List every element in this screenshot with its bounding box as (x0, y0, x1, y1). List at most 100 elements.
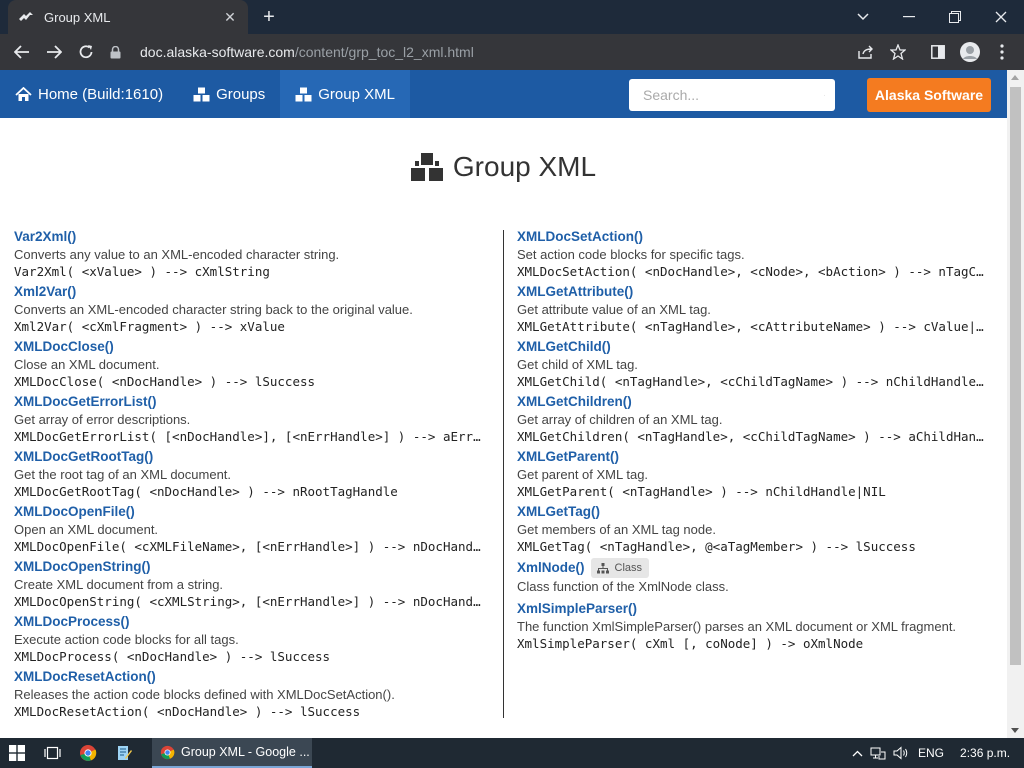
function-link[interactable]: XMLGetChildren() (517, 393, 991, 411)
page-title: Group XML (0, 151, 1007, 183)
browser-tab-strip: Group XML ✕ + (0, 0, 1024, 34)
list-item: XmlSimpleParser() The function XmlSimple… (517, 600, 991, 655)
share-icon[interactable] (852, 38, 880, 66)
restore-button[interactable] (932, 0, 978, 34)
cubes-icon (295, 87, 312, 101)
tab-close-icon[interactable]: ✕ (222, 9, 238, 25)
list-item: XMLDocOpenFile() Open an XML document. X… (14, 503, 488, 558)
function-signature: XMLGetTag( <nTagHandle>, @<aTagMember> )… (517, 539, 916, 554)
sidebar-panel-icon[interactable] (924, 38, 952, 66)
forward-arrow-icon[interactable] (38, 36, 70, 68)
function-link[interactable]: XMLDocOpenString() (14, 558, 488, 576)
class-badge[interactable]: Class (590, 558, 650, 578)
list-item: XMLDocResetAction() Releases the action … (14, 668, 488, 723)
function-link[interactable]: XMLDocOpenFile() (14, 503, 488, 521)
function-list-left: Var2Xml() Converts any value to an XML-e… (14, 228, 488, 723)
taskbar-chrome-window[interactable]: Group XML - Google ... (152, 738, 312, 768)
function-description: Releases the action code blocks defined … (14, 687, 395, 702)
function-description: Execute action code blocks for all tags. (14, 632, 239, 647)
back-arrow-icon[interactable] (6, 36, 38, 68)
list-item: XMLGetAttribute() Get attribute value of… (517, 283, 991, 338)
url-path: /content/grp_toc_l2_xml.html (294, 44, 474, 60)
list-item: XmlNode() Class Class function of the Xm… (517, 558, 991, 600)
close-window-button[interactable] (978, 0, 1024, 34)
nav-group-xml-label: Group XML (318, 85, 395, 103)
list-item: Xml2Var() Converts an XML-encoded charac… (14, 283, 488, 338)
list-item: XMLGetParent() Get parent of XML tag. XM… (517, 448, 991, 503)
task-view-icon[interactable] (34, 738, 70, 768)
function-signature: Xml2Var( <cXmlFragment> ) --> xValue (14, 319, 285, 334)
page-scrollbar[interactable] (1007, 70, 1024, 738)
function-signature: XMLDocProcess( <nDocHandle> ) --> lSucce… (14, 649, 331, 664)
profile-avatar[interactable] (956, 38, 984, 66)
windows-start-icon[interactable] (0, 738, 34, 768)
url-host: doc.alaska-software.com (140, 44, 295, 60)
function-link[interactable]: XMLDocGetRootTag() (14, 448, 488, 466)
function-link[interactable]: XMLDocProcess() (14, 613, 488, 631)
function-description: Get parent of XML tag. (517, 467, 649, 482)
clock[interactable]: 2:36 p.m. (960, 746, 1010, 760)
function-link[interactable]: XMLGetChild() (517, 338, 991, 356)
windows-taskbar: Group XML - Google ... ENG 2:36 p.m. (0, 738, 1024, 768)
home-icon (15, 86, 32, 101)
function-description: Converts an XML-encoded character string… (14, 302, 413, 317)
function-link[interactable]: XMLGetParent() (517, 448, 991, 466)
function-link[interactable]: Xml2Var() (14, 283, 488, 301)
scroll-up-arrow-icon[interactable] (1011, 75, 1019, 80)
tab-title: Group XML (44, 9, 111, 25)
chrome-icon (160, 745, 175, 759)
tab-search-icon[interactable] (840, 0, 886, 34)
site-navbar: Home (Build:1610) Groups Group XML Alask… (0, 70, 1007, 118)
search-icon[interactable] (824, 88, 825, 103)
list-item: XMLDocOpenString() Create XML document f… (14, 558, 488, 613)
function-signature: XmlSimpleParser( cXml [, coNode] ) -> oX… (517, 636, 864, 651)
function-signature: XMLGetAttribute( <nTagHandle>, <cAttribu… (517, 319, 991, 334)
volume-icon[interactable] (890, 746, 912, 760)
reload-icon[interactable] (70, 36, 102, 68)
class-badge-label: Class (614, 562, 643, 574)
page-content: Group XML Var2Xml() Converts any value t… (0, 118, 1007, 738)
function-description: Converts any value to an XML-encoded cha… (14, 247, 340, 262)
tray-chevron-up-icon[interactable] (848, 750, 866, 757)
function-signature: XMLDocClose( <nDocHandle> ) --> lSuccess (14, 374, 316, 389)
function-link[interactable]: Var2Xml() (14, 228, 488, 246)
alaska-software-button[interactable]: Alaska Software (867, 78, 991, 112)
lock-icon[interactable] (110, 45, 124, 59)
network-icon[interactable] (866, 746, 890, 760)
address-bar[interactable]: doc.alaska-software.com/content/grp_toc_… (110, 38, 916, 66)
function-link[interactable]: XMLDocGetErrorList() (14, 393, 488, 411)
scroll-down-arrow-icon[interactable] (1011, 728, 1019, 733)
function-link[interactable]: XMLDocClose() (14, 338, 488, 356)
list-item: XMLDocClose() Close an XML document. XML… (14, 338, 488, 393)
nav-groups[interactable]: Groups (178, 70, 280, 118)
function-link[interactable]: XMLGetTag() (517, 503, 991, 521)
list-item: XMLGetTag() Get members of an XML tag no… (517, 503, 991, 558)
function-signature: XMLGetChildren( <nTagHandle>, <cChildTag… (517, 429, 991, 444)
function-link-row: XmlNode() Class (517, 558, 991, 578)
column-divider (503, 230, 504, 718)
scrollbar-thumb[interactable] (1010, 87, 1021, 665)
list-item: XMLGetChildren() Get array of children o… (517, 393, 991, 448)
function-description: Close an XML document. (14, 357, 160, 372)
function-link[interactable]: XmlSimpleParser() (517, 600, 991, 618)
browser-tab[interactable]: Group XML ✕ (8, 0, 248, 34)
bookmark-star-icon[interactable] (884, 38, 912, 66)
search-input[interactable] (643, 87, 824, 103)
sitemap-icon (596, 562, 609, 573)
function-list-right: XMLDocSetAction() Set action code blocks… (517, 228, 991, 655)
system-tray: ENG 2:36 p.m. (848, 738, 1010, 768)
function-signature: XMLDocGetRootTag( <nDocHandle> ) --> nRo… (14, 484, 398, 499)
menu-kebab-icon[interactable] (988, 38, 1016, 66)
function-link[interactable]: XMLGetAttribute() (517, 283, 991, 301)
nav-home[interactable]: Home (Build:1610) (0, 70, 178, 118)
notepad-taskbar-icon[interactable] (106, 738, 142, 768)
list-item: Var2Xml() Converts any value to an XML-e… (14, 228, 488, 283)
minimize-button[interactable] (886, 0, 932, 34)
function-link[interactable]: XMLDocSetAction() (517, 228, 991, 246)
nav-group-xml[interactable]: Group XML (280, 70, 410, 118)
function-link[interactable]: XMLDocResetAction() (14, 668, 488, 686)
new-tab-button[interactable]: + (258, 6, 280, 28)
language-indicator[interactable]: ENG (918, 746, 944, 760)
function-link[interactable]: XmlNode() (517, 559, 585, 577)
chrome-taskbar-icon[interactable] (70, 738, 106, 768)
